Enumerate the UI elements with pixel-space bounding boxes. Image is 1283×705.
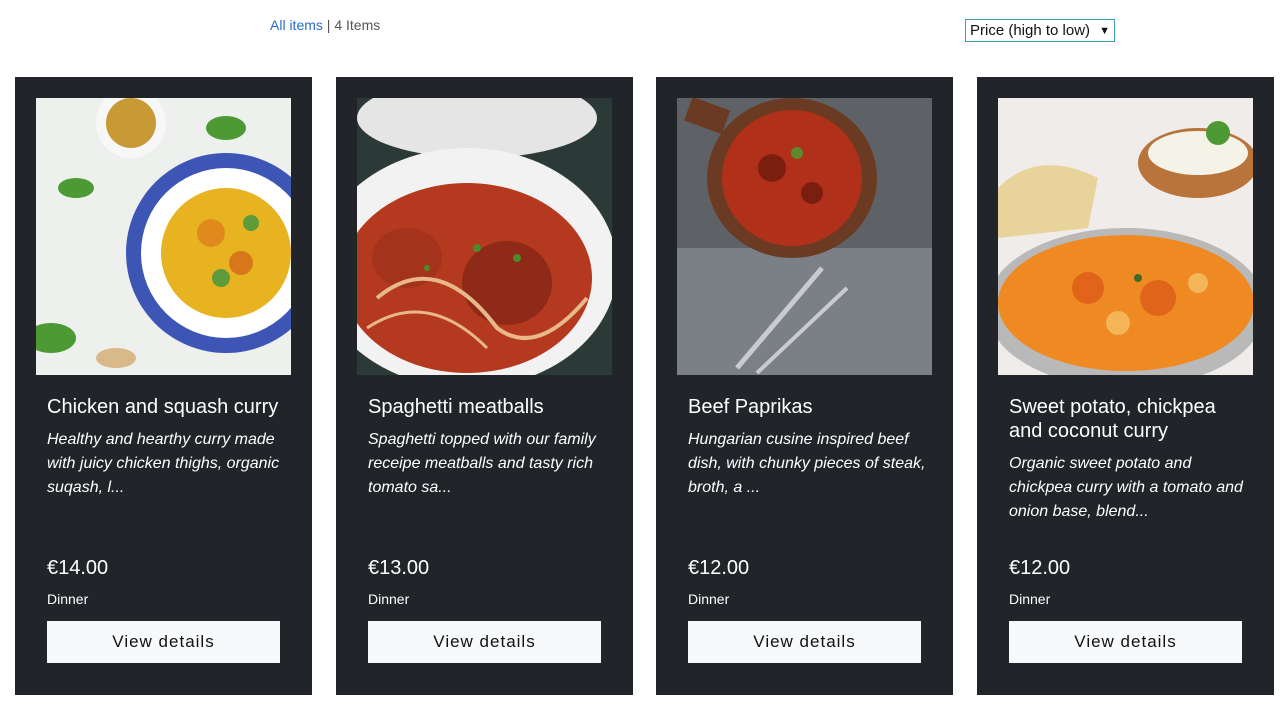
product-card: Sweet potato, chickpea and coconut curry… bbox=[977, 77, 1274, 695]
product-description: Healthy and hearthy curry made with juic… bbox=[47, 431, 280, 496]
view-details-button[interactable]: View details bbox=[1009, 621, 1242, 663]
beef-stew-image[interactable] bbox=[677, 98, 932, 375]
product-card: Spaghetti meatballs Spaghetti topped wit… bbox=[336, 77, 633, 695]
product-category: Dinner bbox=[47, 591, 89, 607]
chevron-down-icon: ▼ bbox=[1099, 24, 1110, 37]
product-price: €14.00 bbox=[47, 557, 109, 579]
product-title[interactable]: Beef Paprikas bbox=[688, 395, 928, 419]
product-price: €12.00 bbox=[688, 557, 750, 579]
product-price: €12.00 bbox=[1009, 557, 1071, 579]
all-items-link[interactable]: All items bbox=[270, 17, 323, 33]
view-details-button[interactable]: View details bbox=[688, 621, 921, 663]
product-title[interactable]: Spaghetti meatballs bbox=[368, 395, 608, 419]
spaghetti-image[interactable] bbox=[357, 98, 612, 375]
product-category: Dinner bbox=[688, 591, 730, 607]
view-details-button[interactable]: View details bbox=[47, 621, 280, 663]
product-card: Beef Paprikas Hungarian cusine inspired … bbox=[656, 77, 953, 695]
view-details-button[interactable]: View details bbox=[368, 621, 601, 663]
toolbar: All items | 4 Items Price (high to low) … bbox=[0, 0, 1283, 60]
product-title[interactable]: Chicken and squash curry bbox=[47, 395, 287, 419]
product-title[interactable]: Sweet potato, chickpea and coconut curry bbox=[1009, 395, 1249, 443]
curry-bowl-image[interactable] bbox=[36, 98, 291, 375]
product-description: Hungarian cusine inspired beef dish, wit… bbox=[688, 431, 926, 496]
breadcrumb-separator: | bbox=[326, 17, 331, 33]
item-count: 4 Items bbox=[334, 17, 381, 33]
product-card: Chicken and squash curry Healthy and hea… bbox=[15, 77, 312, 695]
breadcrumb: All items | 4 Items bbox=[270, 17, 380, 33]
sort-select[interactable]: Price (high to low) ▼ bbox=[965, 19, 1115, 42]
product-category: Dinner bbox=[1009, 591, 1051, 607]
product-description: Organic sweet potato and chickpea curry … bbox=[1009, 455, 1243, 520]
orange-curry-image[interactable] bbox=[998, 98, 1253, 375]
product-price: €13.00 bbox=[368, 557, 430, 579]
product-description: Spaghetti topped with our family receipe… bbox=[368, 431, 596, 496]
sort-selected-value: Price (high to low) bbox=[970, 22, 1091, 39]
product-category: Dinner bbox=[368, 591, 410, 607]
